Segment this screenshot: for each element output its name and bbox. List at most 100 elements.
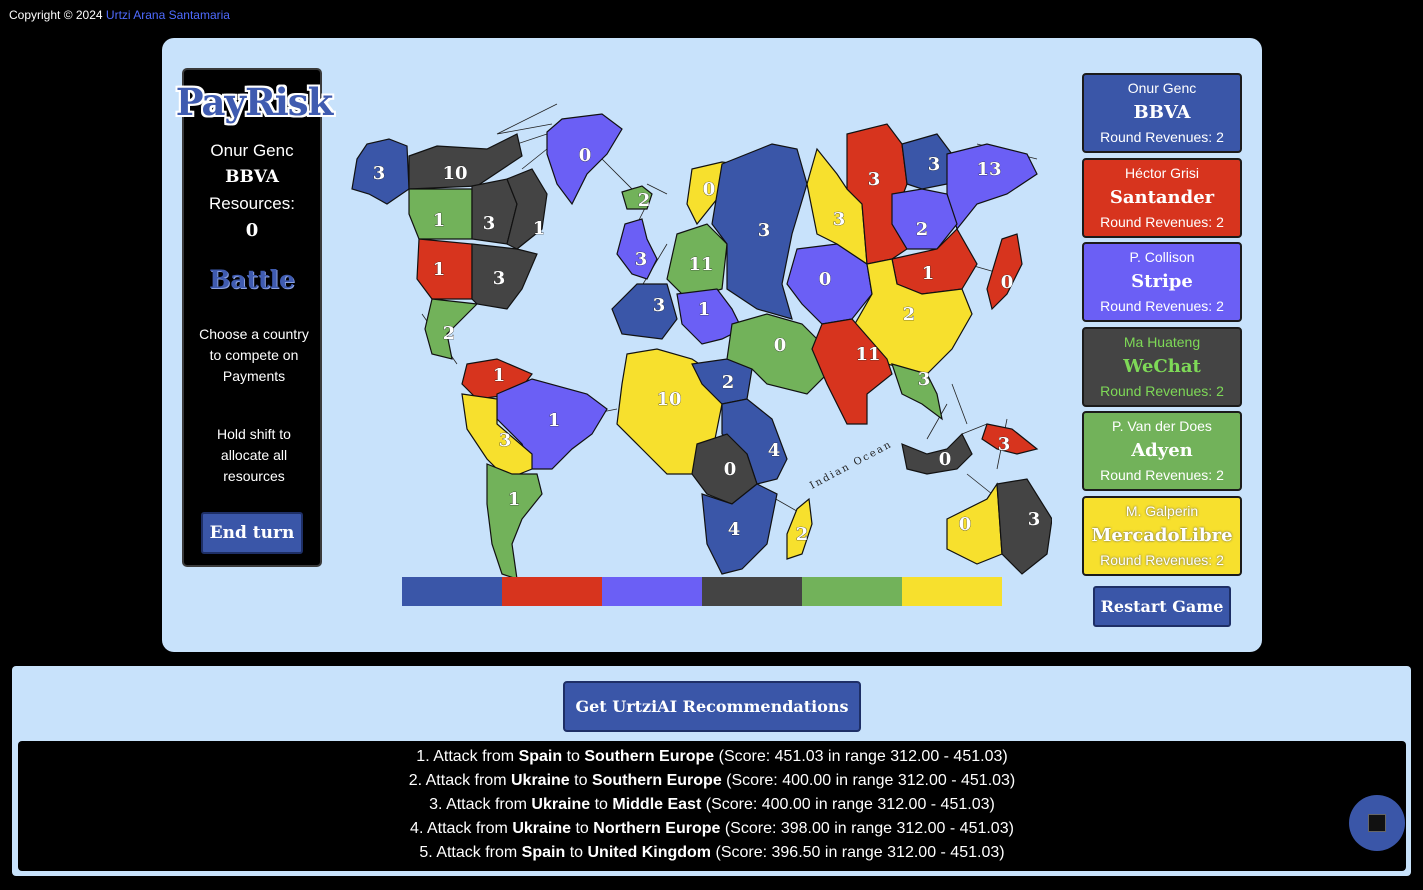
indian-ocean-label: Indian Ocean (808, 439, 894, 492)
army-southern-europe: 1 (698, 299, 711, 320)
copyright-prefix: Copyright © 2024 (9, 8, 103, 22)
army-siberia: 3 (868, 169, 881, 190)
army-siam: 3 (918, 369, 931, 390)
army-congo: 0 (724, 459, 737, 480)
player-card-mercadolibre: M. Galperin MercadoLibre Round Revenues:… (1082, 496, 1242, 576)
army-north-africa: 10 (656, 389, 681, 410)
rec-score: (Score: 400.00 in range 312.00 - 451.03) (726, 772, 1016, 789)
player-company: MercadoLibre (1091, 525, 1233, 546)
army-ontario: 3 (483, 213, 496, 234)
rec-to-word: to (569, 844, 584, 861)
army-greenland: 0 (579, 145, 592, 166)
army-ural: 3 (833, 209, 846, 230)
rec-score: (Score: 396.50 in range 312.00 - 451.03) (715, 844, 1005, 861)
app-logo: PayRisk (175, 80, 334, 124)
territory-indonesia[interactable] (901, 432, 973, 475)
world-map: Indian Ocean 3 10 0 1 3 1 1 3 2 1 1 3 1 … (351, 103, 1052, 580)
player-name: P. Van der Does (1112, 418, 1212, 434)
rec-to-word: to (574, 772, 588, 789)
color-swatch-purple (602, 577, 702, 606)
player-card-stripe: P. Collison Stripe Round Revenues: 2 (1082, 242, 1242, 322)
rec-to: Northern Europe (593, 820, 721, 837)
game-phase: Battle (209, 265, 295, 294)
player-revenue: Round Revenues: 2 (1100, 552, 1224, 568)
rec-from: Spain (518, 748, 563, 765)
rec-score: (Score: 400.00 in range 312.00 - 451.03) (705, 796, 995, 813)
rec-score: (Score: 451.03 in range 312.00 - 451.03) (718, 748, 1008, 765)
rec-attack-word: Attack from (436, 844, 518, 861)
color-swatch-blue (402, 577, 502, 606)
chat-icon (1368, 814, 1386, 832)
game-board: PayRisk Onur Genc BBVA Resources: 0 Batt… (162, 38, 1262, 652)
end-turn-button[interactable]: End turn (201, 512, 303, 554)
army-united-kingdom: 3 (635, 249, 648, 270)
army-western-australia: 0 (959, 514, 972, 535)
current-player-company: BBVA (225, 167, 279, 187)
army-irkutsk: 2 (916, 219, 929, 240)
chat-widget-button[interactable] (1349, 795, 1405, 851)
rec-index: 4. (410, 820, 424, 837)
rec-to-word: to (594, 796, 608, 813)
army-afghanistan: 0 (819, 269, 832, 290)
rec-attack-word: Attack from (446, 796, 527, 813)
army-quebec: 1 (533, 218, 546, 239)
rec-score: (Score: 398.00 in range 312.00 - 451.03) (724, 820, 1014, 837)
turn-panel: PayRisk Onur Genc BBVA Resources: 0 Batt… (176, 68, 333, 567)
rec-to-word: to (575, 820, 589, 837)
territory-eastern-australia[interactable] (996, 478, 1052, 575)
player-card-wechat: Ma Huateng WeChat Round Revenues: 2 (1082, 327, 1242, 407)
resources-label: Resources: (209, 194, 295, 213)
player-name: M. Galperin (1125, 503, 1199, 519)
rec-attack-word: Attack from (425, 772, 507, 789)
rec-from: Ukraine (512, 820, 572, 837)
army-brazil: 1 (548, 410, 561, 431)
author-link[interactable]: Urtzi Arana Santamaria (106, 8, 230, 22)
army-east-africa: 4 (768, 440, 781, 461)
rec-index: 5. (419, 844, 433, 861)
player-card-santander: Héctor Grisi Santander Round Revenues: 2 (1082, 158, 1242, 238)
recommendation-item: 5. Attack from Spain to United Kingdom (… (18, 841, 1406, 865)
get-recommendations-button[interactable]: Get UrtziAI Recommendations (563, 681, 861, 732)
player-company: Adyen (1131, 440, 1193, 461)
recommendation-item: 4. Attack from Ukraine to Northern Europ… (18, 817, 1406, 841)
recommendation-item: 1. Attack from Spain to Southern Europe … (18, 745, 1406, 769)
current-player-name: Onur Genc (210, 141, 294, 160)
territory-argentina[interactable] (486, 463, 543, 580)
ai-recommendations-panel: Get UrtziAI Recommendations 1. Attack fr… (12, 666, 1411, 876)
player-company: WeChat (1123, 356, 1201, 377)
color-swatch-red (502, 577, 602, 606)
rec-from: Spain (521, 844, 566, 861)
player-card-bbva: Onur Genc BBVA Round Revenues: 2 (1082, 73, 1242, 153)
army-south-africa: 4 (728, 519, 741, 540)
rec-to: United Kingdom (587, 844, 712, 861)
recommendation-item: 3. Attack from Ukraine to Middle East (S… (18, 793, 1406, 817)
army-alaska: 3 (373, 163, 386, 184)
army-eastern-australia: 3 (1028, 509, 1041, 530)
player-revenue: Round Revenues: 2 (1100, 467, 1224, 483)
restart-game-button[interactable]: Restart Game (1093, 586, 1231, 627)
territory-western-australia[interactable] (946, 482, 1003, 565)
rec-to-word: to (566, 748, 580, 765)
army-western-us: 1 (433, 259, 446, 280)
territory-spain[interactable] (611, 283, 678, 340)
army-ukraine: 3 (758, 220, 771, 241)
player-company: BBVA (1133, 102, 1191, 123)
territory-kamchatka[interactable] (946, 143, 1038, 231)
rec-index: 2. (408, 772, 423, 789)
recommendation-item: 2. Attack from Ukraine to Southern Europ… (18, 769, 1406, 793)
player-name: P. Collison (1129, 249, 1195, 265)
player-company: Santander (1109, 187, 1215, 208)
player-revenue: Round Revenues: 2 (1100, 129, 1224, 145)
army-middle-east: 0 (774, 335, 787, 356)
player-name: Héctor Grisi (1125, 165, 1199, 181)
army-egypt: 2 (722, 372, 735, 393)
phase-instruction: Choose a country to compete on Payments (199, 326, 309, 384)
army-madagascar: 2 (796, 524, 809, 545)
rec-to: Southern Europe (591, 772, 722, 789)
color-swatch-yellow (902, 577, 1002, 606)
player-card-adyen: P. Van der Does Adyen Round Revenues: 2 (1082, 411, 1242, 491)
army-mongolia: 1 (922, 263, 935, 284)
army-china: 2 (903, 304, 916, 325)
rec-index: 1. (416, 748, 430, 765)
army-yakutsk: 3 (928, 154, 941, 175)
